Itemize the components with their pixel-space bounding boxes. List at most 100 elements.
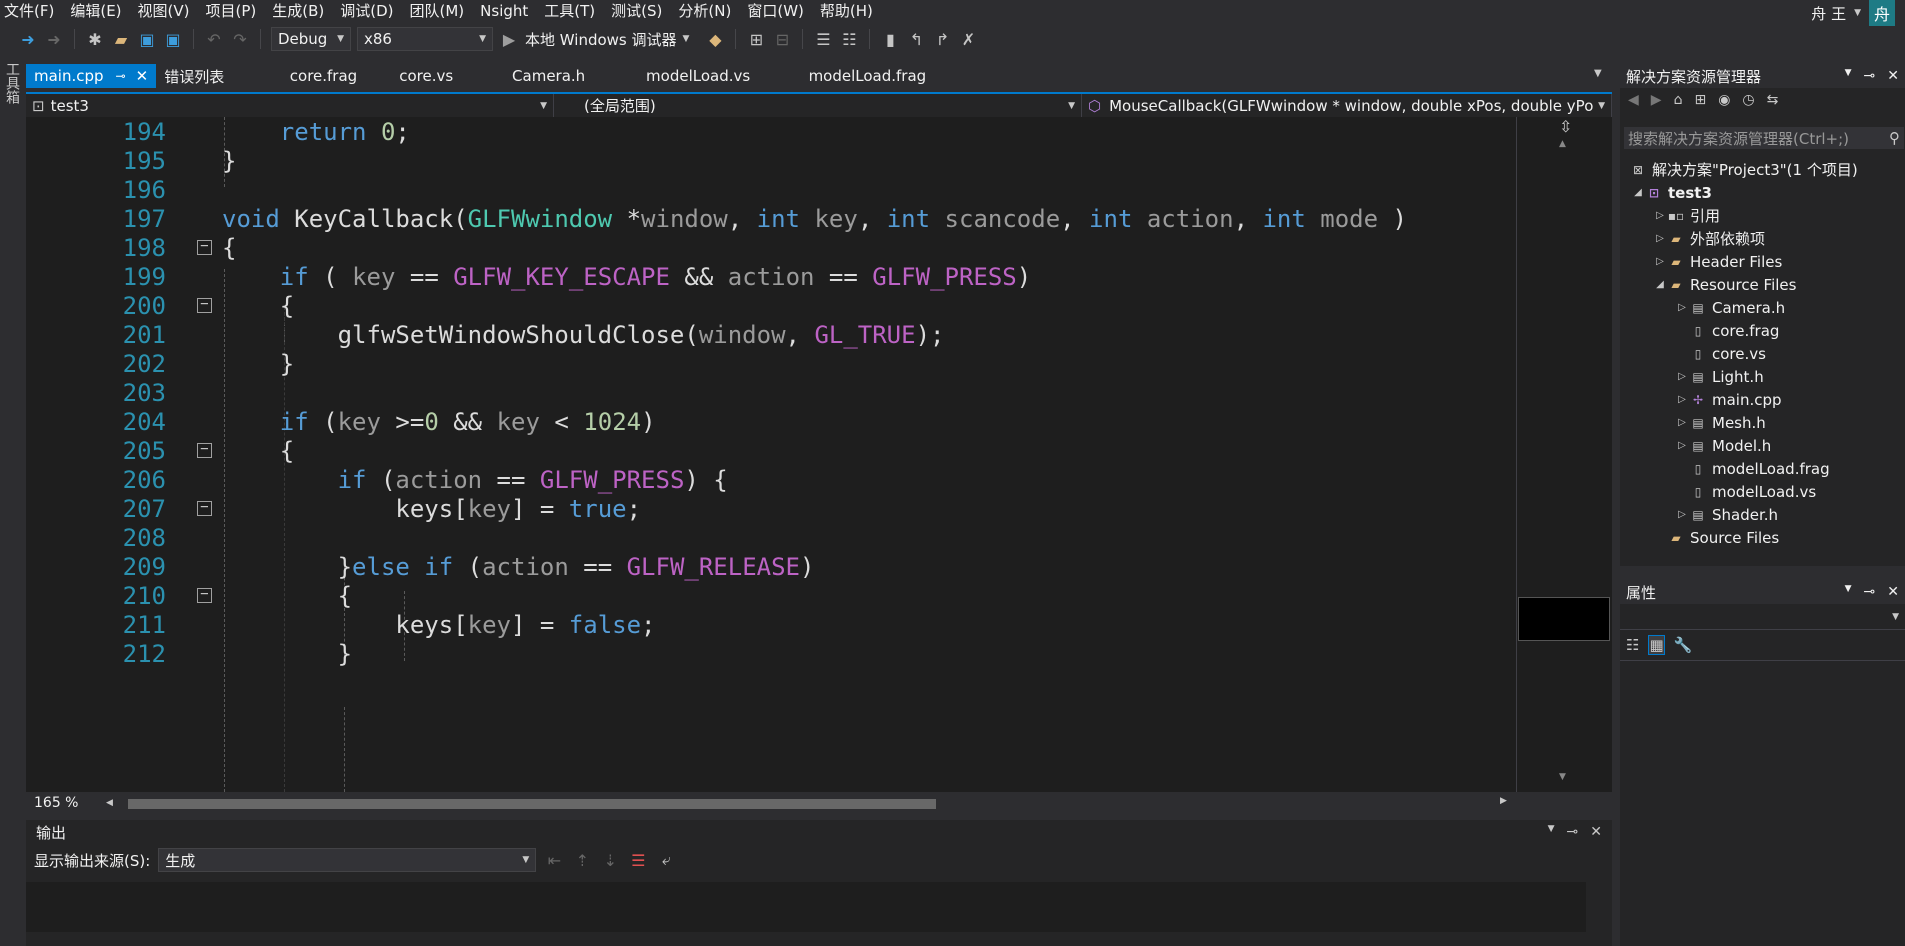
- horizontal-scroll-thumb[interactable]: [128, 799, 936, 809]
- run-debugger-button[interactable]: 本地 Windows 调试器: [525, 29, 677, 50]
- collapsed-icon[interactable]: ▷: [1652, 256, 1668, 267]
- uncomment-icon[interactable]: ☷: [839, 29, 859, 49]
- pin-icon[interactable]: ⊸: [1567, 824, 1579, 840]
- scope-select[interactable]: (全局范围) ▼: [554, 94, 1082, 117]
- properties-object-select[interactable]: ▼: [1620, 604, 1905, 630]
- save-icon[interactable]: ▣: [137, 29, 157, 49]
- solution-search-input[interactable]: 搜索解决方案资源管理器(Ctrl+;) ⚲: [1624, 127, 1904, 149]
- collapsed-icon[interactable]: ▷: [1652, 233, 1668, 244]
- menu-window[interactable]: 窗口(W): [743, 1, 816, 21]
- collapse-icon[interactable]: −: [197, 297, 212, 313]
- forward-icon[interactable]: ➜: [44, 29, 64, 49]
- menu-tools[interactable]: 工具(T): [540, 1, 607, 21]
- tab-core-frag[interactable]: core.frag: [258, 64, 365, 88]
- collapsed-icon[interactable]: ▷: [1674, 417, 1690, 428]
- refresh-icon[interactable]: ⇆: [1767, 92, 1779, 108]
- play-icon[interactable]: ▶: [499, 29, 519, 49]
- close-icon[interactable]: ✕: [1887, 584, 1899, 600]
- collapsed-icon[interactable]: ▷: [1674, 302, 1690, 313]
- alphabetical-icon[interactable]: ▦: [1648, 635, 1665, 655]
- menu-test[interactable]: 测试(S): [607, 1, 674, 21]
- collapsed-icon[interactable]: ▷: [1674, 440, 1690, 451]
- tab-core-vs[interactable]: core.vs: [365, 64, 461, 88]
- menu-help[interactable]: 帮助(H): [816, 1, 885, 21]
- collapsed-icon[interactable]: ▷: [1674, 509, 1690, 520]
- menu-view[interactable]: 视图(V): [134, 1, 202, 21]
- collapse-icon[interactable]: −: [197, 500, 212, 516]
- scroll-left-icon[interactable]: ◀: [106, 798, 113, 808]
- next-message-icon[interactable]: ⇣: [600, 850, 620, 870]
- tree-modelload-frag[interactable]: ▯ modelLoad.frag: [1690, 457, 1830, 480]
- scroll-down-icon[interactable]: ▼: [1559, 772, 1566, 782]
- tree-resource-files[interactable]: ◢ ▰ Resource Files: [1652, 273, 1796, 296]
- tree-mesh-h[interactable]: ▷ ▤ Mesh.h: [1674, 411, 1766, 434]
- output-text-area[interactable]: [26, 882, 1586, 932]
- scroll-right-icon[interactable]: ▶: [1500, 796, 1507, 806]
- back-icon[interactable]: ➜: [18, 29, 38, 49]
- clear-all-icon[interactable]: ☰: [628, 850, 648, 870]
- tree-light-h[interactable]: ▷ ▤ Light.h: [1674, 365, 1764, 388]
- tree-core-vs[interactable]: ▯ core.vs: [1690, 342, 1766, 365]
- chevron-down-icon[interactable]: ▼: [1845, 584, 1852, 600]
- chevron-down-icon[interactable]: ▼: [1845, 68, 1852, 84]
- sync-icon[interactable]: ◉: [1718, 92, 1730, 108]
- config-select[interactable]: Debug ▼: [271, 27, 351, 51]
- categorized-icon[interactable]: ☷: [1626, 636, 1639, 654]
- menu-nsight[interactable]: Nsight: [476, 1, 540, 21]
- toolbox-tab[interactable]: 工具箱: [2, 62, 22, 104]
- chevron-down-icon[interactable]: ▼: [1594, 68, 1602, 79]
- undo-icon[interactable]: ↶: [204, 29, 224, 49]
- collapsed-icon[interactable]: ▷: [1652, 210, 1668, 221]
- bookmark-icon[interactable]: ▮: [880, 29, 900, 49]
- user-name[interactable]: 舟 王: [1811, 3, 1846, 24]
- class-view-icon[interactable]: ⊞: [746, 29, 766, 49]
- menu-analyze[interactable]: 分析(N): [674, 1, 743, 21]
- expanded-icon[interactable]: ◢: [1630, 187, 1646, 198]
- user-account[interactable]: 舟 王 ▼ 舟: [1811, 0, 1895, 26]
- switch-views-icon[interactable]: ⊞: [1694, 92, 1706, 108]
- tree-core-frag[interactable]: ▯ core.frag: [1690, 319, 1780, 342]
- save-all-icon[interactable]: ▣: [163, 29, 183, 49]
- prev-bookmark-icon[interactable]: ↰: [906, 29, 926, 49]
- tab-main-cpp[interactable]: main.cpp ⊸ ✕: [26, 64, 157, 88]
- next-bookmark-icon[interactable]: ↱: [932, 29, 952, 49]
- new-project-icon[interactable]: ✱: [85, 29, 105, 49]
- tree-model-h[interactable]: ▷ ▤ Model.h: [1674, 434, 1771, 457]
- tree-source-files[interactable]: ▰ Source Files: [1668, 526, 1779, 549]
- tab-modelload-vs[interactable]: modelLoad.vs: [593, 64, 758, 88]
- zoom-level[interactable]: 165 %: [26, 795, 106, 811]
- minimap-viewport[interactable]: [1518, 597, 1610, 641]
- project-select[interactable]: ⊡ test3 ▼: [26, 94, 554, 117]
- close-icon[interactable]: ✕: [136, 67, 149, 85]
- minimap-scrollbar[interactable]: ⇳ ▲ ▼: [1516, 117, 1612, 792]
- split-icon[interactable]: ⇳: [1559, 117, 1572, 136]
- tree-modelload-vs[interactable]: ▯ modelLoad.vs: [1690, 480, 1816, 503]
- collapse-icon[interactable]: −: [197, 239, 212, 255]
- menu-project[interactable]: 项目(P): [202, 1, 269, 21]
- comment-icon[interactable]: ☰: [813, 29, 833, 49]
- collapsed-icon[interactable]: ▷: [1674, 371, 1690, 382]
- tab-camera-h[interactable]: Camera.h: [461, 64, 593, 88]
- pin-icon[interactable]: ⊸: [1864, 584, 1876, 600]
- menu-edit[interactable]: 编辑(E): [66, 1, 133, 21]
- tree-shader-h[interactable]: ▷ ▤ Shader.h: [1674, 503, 1778, 526]
- platform-select[interactable]: x86 ▼: [357, 27, 493, 51]
- redo-icon[interactable]: ↷: [230, 29, 250, 49]
- back-icon[interactable]: ◀: [1628, 92, 1639, 108]
- find-message-icon[interactable]: ⇤: [544, 850, 564, 870]
- avatar[interactable]: 舟: [1869, 0, 1895, 26]
- expanded-icon[interactable]: ◢: [1652, 279, 1668, 290]
- open-file-icon[interactable]: ▰: [111, 29, 131, 49]
- menu-build[interactable]: 生成(B): [268, 1, 336, 21]
- output-source-select[interactable]: 生成 ▼: [158, 848, 537, 872]
- collapsed-icon[interactable]: ▷: [1674, 394, 1690, 405]
- close-icon[interactable]: ✕: [1887, 68, 1899, 84]
- tree-camera-h[interactable]: ▷ ▤ Camera.h: [1674, 296, 1785, 319]
- tree-main-cpp[interactable]: ▷ ✢ main.cpp: [1674, 388, 1781, 411]
- tree-references[interactable]: ▷ ▪▫ 引用: [1652, 204, 1720, 227]
- pin-icon[interactable]: ⊸: [1864, 68, 1876, 84]
- chevron-down-icon[interactable]: ▼: [683, 34, 690, 44]
- menu-file[interactable]: 文件(F): [0, 1, 66, 21]
- property-pages-icon[interactable]: 🔧: [1674, 636, 1693, 654]
- pin-icon[interactable]: ⊸: [116, 69, 126, 83]
